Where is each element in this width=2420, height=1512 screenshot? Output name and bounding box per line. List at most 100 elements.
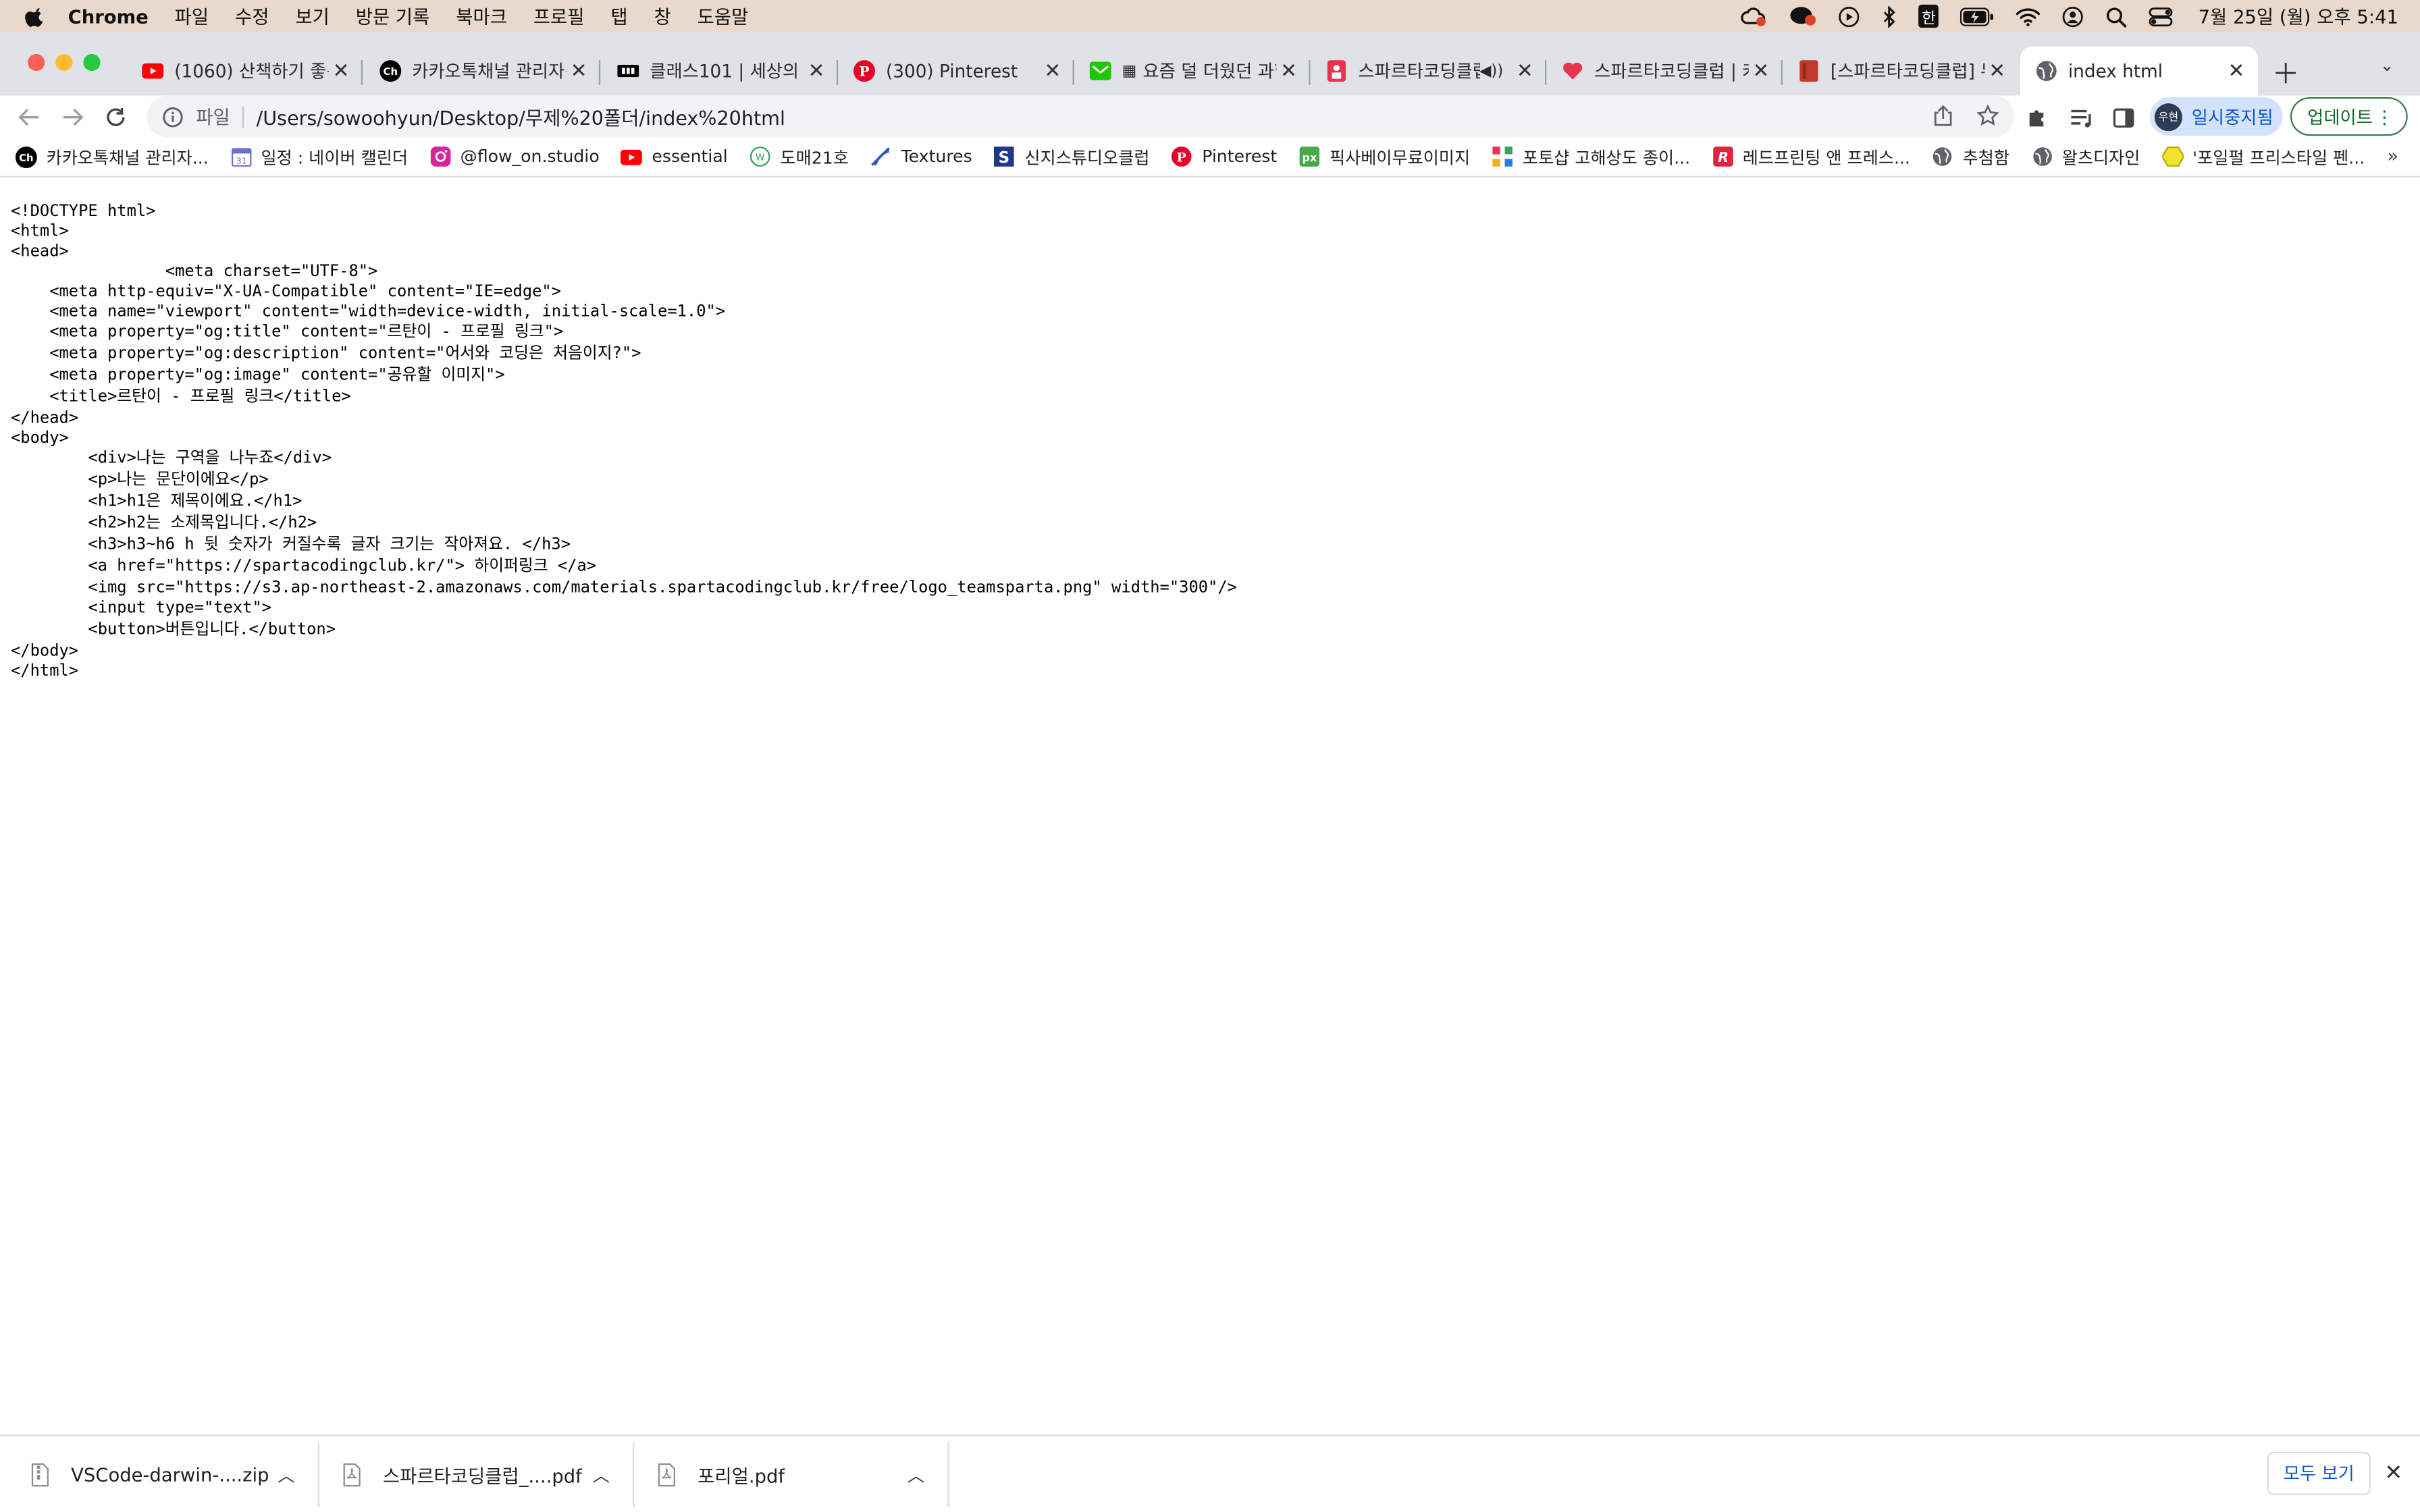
download-item[interactable]: VSCode-darwin-....zip ︿	[31, 1436, 318, 1512]
photoshop-icon	[1492, 146, 1513, 167]
wifi-icon[interactable]	[2016, 7, 2041, 26]
tab-naver-mail[interactable]: ▦ 요즘 덜 더웠던 과학 ✕	[1074, 47, 1311, 96]
bookmark-item[interactable]: 왈츠디자인	[2031, 144, 2140, 169]
bookmark-label: 왈츠디자인	[2061, 147, 2140, 168]
show-all-downloads-button[interactable]: 모두 보기	[2267, 1451, 2371, 1495]
bookmark-label: 도매21호	[780, 147, 849, 168]
play-icon[interactable]	[1839, 5, 1860, 27]
source-line: <meta charset="UTF-8">	[11, 262, 378, 281]
bookmark-item[interactable]: 31 일정 : 네이버 캘린더	[230, 144, 408, 169]
tab-close-icon[interactable]: ✕	[1276, 59, 1301, 82]
tab-kakao-channel[interactable]: Ch 카카오톡채널 관리자센 ✕	[364, 47, 601, 96]
address-bar[interactable]: 파일 /Users/sowoohyun/Desktop/무제%20폴더/inde…	[147, 95, 2014, 138]
bookmark-item[interactable]: S 신지스튜디오클럽	[994, 144, 1150, 169]
bookmark-item[interactable]: 포토샵 고해상도 종이...	[1492, 144, 1690, 169]
menu-bookmarks[interactable]: 북마크	[456, 3, 507, 30]
menu-tab[interactable]: 탭	[610, 3, 627, 30]
tab-close-icon[interactable]: ✕	[1041, 59, 1066, 82]
creative-cloud-icon[interactable]	[1739, 5, 1767, 27]
more-menu-icon[interactable]: ⋮	[2375, 107, 2394, 128]
menu-window[interactable]: 창	[654, 3, 671, 30]
menu-edit[interactable]: 수정	[235, 3, 269, 30]
menu-view[interactable]: 보기	[295, 3, 330, 30]
tab-sparta-community[interactable]: 스파르타코딩클럽 | 커뮤 ✕	[1546, 47, 1783, 96]
tab-close-icon[interactable]: ✕	[329, 59, 354, 82]
sparta-heart-icon	[1562, 60, 1583, 82]
kakaotalk-icon[interactable]	[1789, 5, 1816, 27]
bookmark-item[interactable]: R 레드프린팅 앤 프레스...	[1712, 144, 1910, 169]
media-queue-icon[interactable]	[2067, 103, 2095, 131]
chevron-up-icon[interactable]: ︿	[908, 1463, 924, 1488]
tab-class101[interactable]: 클래스101 | 세상의 모든 ✕	[602, 47, 839, 96]
address-url[interactable]: /Users/sowoohyun/Desktop/무제%20폴더/index%2…	[257, 102, 785, 131]
tab-close-icon[interactable]: ✕	[2224, 59, 2249, 82]
menu-history[interactable]: 방문 기록	[356, 3, 430, 30]
reload-icon[interactable]	[101, 102, 132, 133]
control-center-icon[interactable]	[2149, 5, 2174, 27]
tab-close-icon[interactable]: ✕	[567, 59, 591, 82]
spotlight-search-icon[interactable]	[2105, 5, 2127, 27]
input-source-icon[interactable]: 한	[1918, 4, 1939, 28]
menu-file[interactable]: 파일	[175, 3, 209, 30]
tab-sparta-free[interactable]: [스파르타코딩클럽] 무료 ✕	[1783, 47, 2019, 96]
bookmark-item[interactable]: W 도매21호	[749, 144, 849, 169]
bookmark-item[interactable]: Textures	[870, 146, 972, 167]
wholesale-icon: W	[749, 146, 771, 167]
battery-icon[interactable]	[1960, 7, 1995, 26]
info-icon[interactable]	[162, 106, 184, 128]
source-line: <img src="https://s3.ap-northeast-2.amaz…	[11, 578, 1237, 597]
menu-help[interactable]: 도움말	[698, 3, 749, 30]
close-shelf-icon[interactable]: ✕	[2384, 1461, 2402, 1486]
bookmark-item[interactable]: essential	[621, 146, 728, 167]
apple-icon[interactable]	[25, 5, 47, 27]
bookmark-item[interactable]: px 픽사베이무료이미지	[1298, 144, 1470, 169]
minimize-window-button[interactable]	[55, 54, 73, 72]
bookmark-item[interactable]: 추첨함	[1932, 144, 2009, 169]
bookmark-star-icon[interactable]	[1976, 104, 1999, 131]
tab-close-icon[interactable]: ✕	[1984, 59, 2009, 82]
chevron-up-icon[interactable]: ︿	[278, 1463, 294, 1488]
tab-pinterest[interactable]: P (300) Pinterest ✕	[838, 47, 1074, 96]
tab-youtube[interactable]: (1060) 산책하기 좋은 ✕	[126, 47, 363, 96]
tab-close-icon[interactable]: ✕	[804, 59, 829, 82]
tab-title: 클래스101 | 세상의 모든	[650, 60, 804, 82]
update-button[interactable]: 업데이트 ⋮	[2290, 97, 2408, 136]
download-filename: VSCode-darwin-....zip	[71, 1464, 269, 1486]
bookmark-item[interactable]: @flow_on.studio	[429, 146, 600, 167]
tab-audio-icon[interactable]: ◀))	[1479, 63, 1503, 80]
chevron-up-icon[interactable]: ︿	[593, 1463, 610, 1488]
extensions-puzzle-icon[interactable]	[2024, 103, 2051, 131]
bookmark-label: @flow_on.studio	[460, 146, 600, 167]
download-item[interactable]: 스파르타코딩클럽_....pdf ︿	[342, 1436, 633, 1512]
tab-sparta[interactable]: 스파르타코딩클럽 ◀)) ✕	[1311, 47, 1547, 96]
profile-button[interactable]: 우현 일시중지됨	[2150, 97, 2283, 136]
instagram-icon	[429, 146, 451, 167]
redprinting-icon: R	[1712, 146, 1733, 167]
source-line: <meta name="viewport" content="width=dev…	[11, 302, 726, 321]
bluetooth-icon[interactable]	[1882, 5, 1897, 27]
user-icon[interactable]	[2062, 5, 2084, 27]
zoom-window-button[interactable]	[83, 54, 101, 72]
share-icon[interactable]	[1934, 105, 1952, 131]
tab-close-icon[interactable]: ✕	[1749, 59, 1774, 82]
side-panel-icon[interactable]	[2110, 103, 2138, 131]
tab-index-html[interactable]: index html ✕	[2020, 46, 2259, 96]
svg-text:px: px	[1302, 151, 1317, 164]
bookmarks-overflow-chevron-icon[interactable]: »	[2387, 145, 2398, 167]
source-line: <body>	[11, 429, 69, 448]
bookmark-item[interactable]: P Pinterest	[1172, 146, 1277, 167]
new-tab-plus-icon[interactable]: ＋	[2272, 53, 2300, 92]
forward-arrow-icon[interactable]	[57, 102, 88, 133]
menu-app-name[interactable]: Chrome	[68, 5, 149, 27]
tab-title: (1060) 산책하기 좋은	[174, 60, 329, 82]
tab-close-icon[interactable]: ✕	[1512, 59, 1537, 82]
tab-search-chevron-icon[interactable]: ⌄	[2380, 55, 2394, 76]
menu-profiles[interactable]: 프로필	[533, 3, 585, 30]
menubar-clock[interactable]: 7월 25일 (월) 오후 5:41	[2199, 3, 2398, 30]
bookmark-item[interactable]: '포일펄 프리스타일 펜...	[2161, 144, 2365, 169]
bookmark-label: essential	[652, 146, 728, 167]
download-item[interactable]: 포리얼.pdf ︿	[658, 1436, 948, 1512]
close-window-button[interactable]	[28, 54, 45, 72]
back-arrow-icon[interactable]	[14, 102, 45, 133]
bookmark-item[interactable]: Ch 카카오톡채널 관리자...	[15, 144, 209, 169]
